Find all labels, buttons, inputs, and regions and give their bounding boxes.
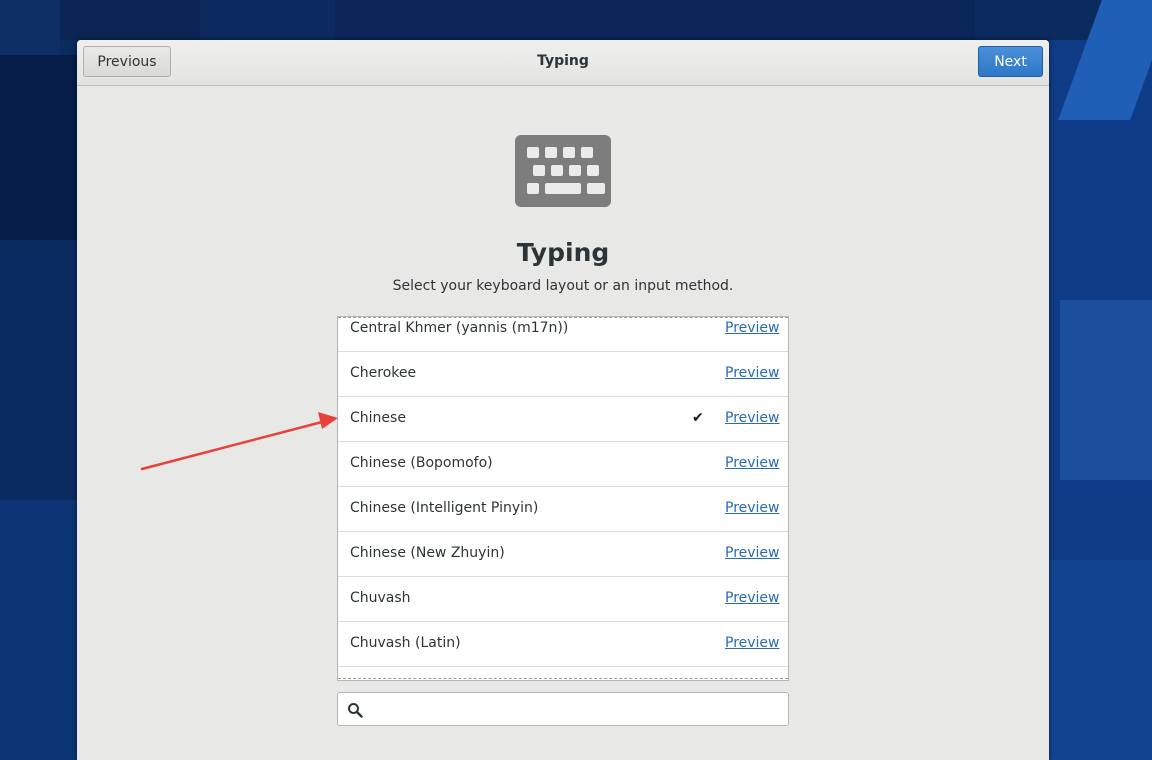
layout-label: Chinese (Bopomofo): [350, 455, 493, 471]
preview-link[interactable]: Preview: [725, 545, 780, 561]
header-bar: Previous Typing Next: [77, 40, 1049, 86]
layout-label: Chuvash: [350, 590, 411, 606]
keyboard-icon: [515, 135, 611, 207]
preview-link[interactable]: Preview: [725, 455, 780, 471]
list-item[interactable]: Chinese (New Zhuyin) Preview: [338, 532, 788, 577]
layout-label: Central Khmer (yannis (m17n)): [350, 320, 569, 336]
list-item[interactable]: Chinese (Intelligent Pinyin) Preview: [338, 487, 788, 532]
layout-list[interactable]: Central Khmer (yannis (m17n)) Preview Ch…: [337, 316, 789, 681]
preview-link[interactable]: Preview: [725, 635, 780, 651]
list-item[interactable]: Chinese ✔ Preview: [338, 397, 788, 442]
layout-label: Chinese (New Zhuyin): [350, 545, 505, 561]
layout-label: Chinese: [350, 410, 406, 426]
preview-link[interactable]: Preview: [725, 320, 780, 336]
list-scroll-edge-top: [338, 317, 788, 318]
checkmark-icon: ✔: [692, 410, 704, 426]
layout-label: Cherokee: [350, 365, 417, 381]
search-input[interactable]: [370, 697, 784, 723]
list-item[interactable]: Cherokee Preview: [338, 352, 788, 397]
next-button[interactable]: Next: [978, 46, 1043, 77]
list-item[interactable]: Central Khmer (yannis (m17n)) Preview: [338, 317, 788, 352]
preview-link[interactable]: Preview: [725, 590, 780, 606]
preview-link[interactable]: Preview: [725, 410, 780, 426]
layout-label: Chuvash (Latin): [350, 635, 461, 651]
search-icon: [348, 703, 363, 718]
list-item[interactable]: Chuvash Preview: [338, 577, 788, 622]
header-title: Typing: [537, 53, 589, 69]
page-title: Typing: [516, 238, 610, 267]
search-field[interactable]: [337, 692, 789, 726]
page-subtitle: Select your keyboard layout or an input …: [392, 278, 734, 294]
preview-link[interactable]: Preview: [725, 500, 780, 516]
list-item[interactable]: Chuvash (Latin) Preview: [338, 622, 788, 667]
list-scroll-edge-bottom: [338, 678, 788, 679]
list-item[interactable]: Chinese (Bopomofo) Preview: [338, 442, 788, 487]
preview-link[interactable]: Preview: [725, 365, 780, 381]
setup-window: Previous Typing Next Typing Select your …: [77, 40, 1049, 760]
layout-label: Chinese (Intelligent Pinyin): [350, 500, 539, 516]
